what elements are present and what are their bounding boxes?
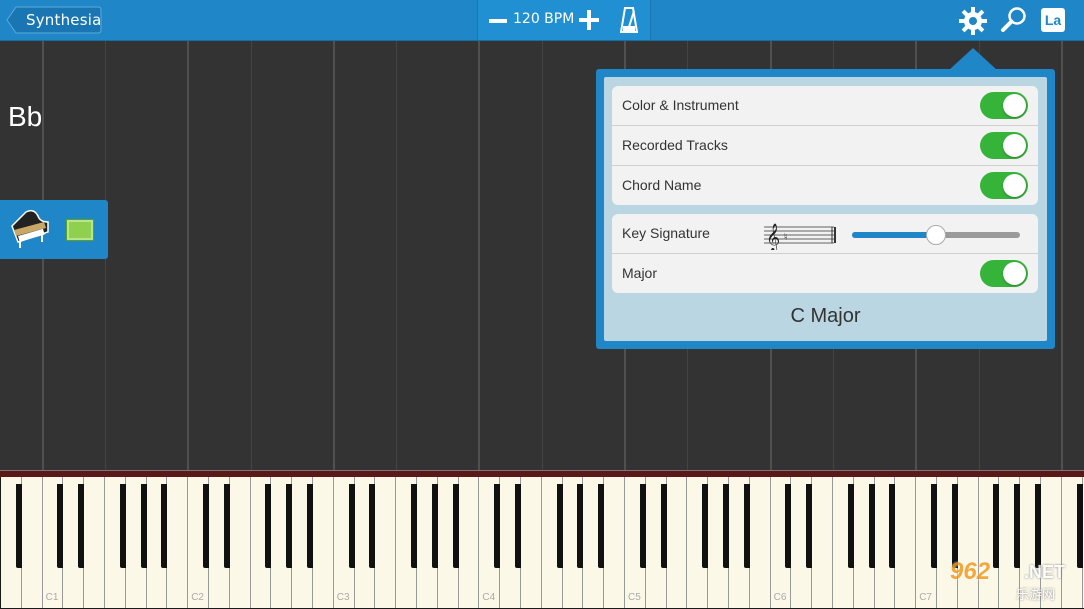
white-key[interactable] xyxy=(21,477,43,608)
bpm-label: 120 BPM xyxy=(513,11,575,27)
octave-gridline xyxy=(478,41,481,470)
chord-name-toggle[interactable] xyxy=(980,172,1028,199)
octave-gridline xyxy=(332,41,335,470)
minus-icon[interactable] xyxy=(488,11,508,31)
white-key[interactable] xyxy=(229,477,251,608)
watermark-suffix: .NET xyxy=(1024,562,1066,582)
piano-keys: C1 C2 C3 C4 C5 C6 C7 xyxy=(0,477,1084,609)
watermark-number: 962 xyxy=(950,558,991,585)
white-key[interactable] xyxy=(521,477,542,608)
white-key[interactable] xyxy=(84,477,105,608)
octave-gridline xyxy=(1060,41,1063,470)
toggle-knob xyxy=(1003,94,1026,117)
popup-pointer xyxy=(949,48,997,70)
option-row-key-signature: Key Signature 𝄞 ♮ xyxy=(612,214,1038,254)
option-row-color-instrument[interactable]: Color & Instrument xyxy=(612,86,1038,126)
option-label: Chord Name xyxy=(622,177,702,193)
option-label: Recorded Tracks xyxy=(622,137,728,153)
white-key[interactable] xyxy=(458,477,480,608)
option-row-major[interactable]: Major xyxy=(612,254,1038,293)
toggle-knob xyxy=(1003,174,1026,197)
gridline xyxy=(541,41,543,470)
major-label: Major xyxy=(622,265,658,281)
plus-icon[interactable] xyxy=(578,9,600,31)
slider-fill xyxy=(852,232,936,238)
octave-label: C3 xyxy=(336,592,350,603)
search-icon[interactable] xyxy=(1000,6,1028,34)
white-key[interactable] xyxy=(375,477,397,608)
key-label: Bb xyxy=(8,101,43,132)
scale-name: C Major xyxy=(790,305,861,327)
settings-popup: Color & Instrument Recorded Tracks Chord… xyxy=(596,69,1055,349)
svg-text:𝄞: 𝄞 xyxy=(766,223,780,250)
octave-gridline xyxy=(187,41,190,470)
key-signature-label: Key Signature xyxy=(622,225,710,241)
octave-label: C7 xyxy=(919,592,932,603)
toggle-knob xyxy=(1003,134,1026,157)
metronome-icon xyxy=(620,7,638,33)
track-color-swatch[interactable] xyxy=(66,219,94,241)
display-options-group: Color & Instrument Recorded Tracks Chord… xyxy=(612,86,1038,205)
octave-label: C4 xyxy=(482,592,496,603)
slider-thumb[interactable] xyxy=(926,225,946,245)
gear-icon[interactable] xyxy=(958,6,988,36)
toggle-knob xyxy=(1003,262,1026,285)
color-instrument-toggle[interactable] xyxy=(980,92,1028,119)
watermark-logo: 962 .NET 乐游网 xyxy=(950,558,1080,604)
white-key[interactable] xyxy=(167,477,189,608)
octave-label: C1 xyxy=(45,592,59,603)
top-toolbar: Synthesia 120 BPM La xyxy=(0,0,1084,41)
svg-text:♮: ♮ xyxy=(784,232,788,243)
white-key[interactable] xyxy=(666,477,688,608)
settings-panel: Color & Instrument Recorded Tracks Chord… xyxy=(604,77,1047,341)
white-key[interactable] xyxy=(749,477,771,608)
back-button-label: Synthesia xyxy=(26,11,102,29)
option-label: Color & Instrument xyxy=(622,97,739,113)
gridline xyxy=(396,41,398,470)
major-toggle[interactable] xyxy=(980,260,1028,287)
tempo-control: 120 BPM xyxy=(477,0,609,40)
back-button[interactable]: Synthesia xyxy=(6,6,102,34)
track-tab[interactable] xyxy=(0,200,108,259)
octave-label: C2 xyxy=(191,592,204,603)
octave-label: C6 xyxy=(773,592,787,603)
gridline xyxy=(250,41,252,470)
piano-keyboard: C1 C2 C3 C4 C5 C6 C7 xyxy=(0,470,1084,609)
white-key[interactable] xyxy=(895,477,917,608)
white-key[interactable] xyxy=(812,477,833,608)
option-row-recorded-tracks[interactable]: Recorded Tracks xyxy=(612,126,1038,166)
watermark-subtitle: 乐游网 xyxy=(1016,588,1056,603)
octave-label: C5 xyxy=(628,592,641,603)
white-key[interactable] xyxy=(313,477,334,608)
key-signature-slider[interactable] xyxy=(852,225,1020,245)
recorded-tracks-toggle[interactable] xyxy=(980,132,1028,159)
option-row-chord-name[interactable]: Chord Name xyxy=(612,166,1038,205)
key-options-group: Key Signature 𝄞 ♮ Major xyxy=(612,214,1038,293)
treble-clef-staff-icon: 𝄞 ♮ xyxy=(764,223,836,250)
grand-piano-icon xyxy=(11,209,49,248)
metronome-button[interactable] xyxy=(608,0,651,40)
white-key[interactable] xyxy=(604,477,625,608)
note-label-button[interactable]: La xyxy=(1041,8,1065,32)
